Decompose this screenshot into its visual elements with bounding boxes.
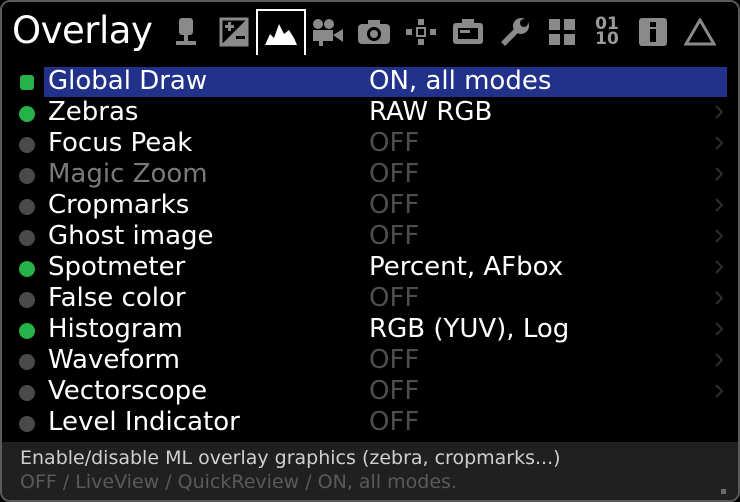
options-text: OFF / LiveView / QuickReview / ON, all m… (20, 471, 457, 493)
menu-item-value: OFF (369, 190, 420, 220)
focus-icon (405, 18, 437, 46)
status-indicator-off (19, 354, 35, 370)
audio-mic-icon (173, 17, 199, 47)
exposure-icon (219, 17, 249, 47)
tab-modules[interactable] (539, 11, 585, 53)
menu-item-label: Focus Peak (48, 128, 193, 158)
menu-item-zebras[interactable]: Zebras RAW RGB (2, 97, 738, 128)
menu-item-value: RAW RGB (369, 97, 493, 127)
submenu-chevron-icon (715, 229, 723, 243)
menu-item-label: Zebras (48, 97, 139, 127)
submenu-chevron-icon (715, 353, 723, 367)
tab-warning[interactable] (677, 11, 723, 53)
submenu-chevron-icon (715, 384, 723, 398)
menu-item-global-draw[interactable]: Global Draw ON, all modes (2, 66, 738, 97)
submenu-chevron-icon (715, 291, 723, 305)
menu-item-value: OFF (369, 221, 420, 251)
modules-icon (548, 18, 576, 46)
status-indicator-on (20, 75, 34, 90)
status-indicator-off (19, 137, 35, 153)
info-icon (638, 17, 668, 47)
menu-item-label: Histogram (48, 314, 183, 344)
scroll-indicator (721, 489, 726, 494)
tab-help[interactable] (630, 11, 676, 53)
submenu-chevron-icon (715, 198, 723, 212)
menu-item-value: OFF (369, 159, 420, 189)
wrench-icon (500, 17, 530, 47)
menu-item-label: False color (48, 283, 186, 313)
menu-item-label: Level Indicator (48, 407, 240, 437)
photo-camera-icon (357, 18, 391, 46)
page-title: Overlay (12, 9, 153, 52)
tab-expo[interactable] (211, 11, 257, 53)
submenu-chevron-icon (715, 322, 723, 336)
help-footer: Enable/disable ML overlay graphics (zebr… (2, 442, 738, 500)
submenu-chevron-icon (715, 136, 723, 150)
menu-item-value: ON, all modes (369, 66, 552, 96)
tab-focus[interactable] (398, 11, 444, 53)
tab-display[interactable] (445, 11, 491, 53)
menu-item-waveform[interactable]: Waveform OFF (2, 345, 738, 376)
debug-icon: 01 10 (595, 16, 619, 49)
debug-icon-bottom: 10 (595, 29, 619, 49)
menu-item-label: Ghost image (48, 221, 214, 251)
menu-item-label: Spotmeter (48, 252, 186, 282)
menu-item-cropmarks[interactable]: Cropmarks OFF (2, 190, 738, 221)
menu-item-level-indicator[interactable]: Level Indicator OFF (2, 407, 738, 438)
overlay-histogram-icon (264, 20, 298, 46)
tab-shoot[interactable] (351, 11, 397, 53)
menu-item-value: OFF (369, 128, 420, 158)
warning-icon (684, 18, 716, 46)
ml-menu-screen: Overlay 01 10 Global Draw ON, all modes … (0, 0, 740, 502)
menu-item-label: Cropmarks (48, 190, 190, 220)
help-text: Enable/disable ML overlay graphics (zebr… (20, 447, 561, 469)
tab-movie[interactable] (304, 11, 350, 53)
tab-debug[interactable]: 01 10 (584, 11, 630, 53)
submenu-chevron-icon (715, 167, 723, 181)
menu-item-label: Global Draw (48, 66, 208, 96)
tab-overlay[interactable] (256, 9, 306, 55)
menu-item-label: Magic Zoom (48, 159, 208, 189)
menu-item-value: OFF (369, 376, 420, 406)
status-indicator-on (19, 261, 35, 277)
status-indicator-off (19, 168, 35, 184)
menu-item-magic-zoom[interactable]: Magic Zoom OFF (2, 159, 738, 190)
display-icon (452, 18, 484, 46)
status-indicator-on (19, 106, 35, 122)
status-indicator-off (19, 230, 35, 246)
status-indicator-off (19, 199, 35, 215)
menu-item-value: Percent, AFbox (369, 252, 564, 282)
status-indicator-off (19, 292, 35, 308)
menu-item-value: OFF (369, 283, 420, 313)
menu-item-value: OFF (369, 345, 420, 375)
menu-item-vectorscope[interactable]: Vectorscope OFF (2, 376, 738, 407)
menu-item-histogram[interactable]: Histogram RGB (YUV), Log (2, 314, 738, 345)
menu-item-focus-peak[interactable]: Focus Peak OFF (2, 128, 738, 159)
status-indicator-off (19, 416, 35, 432)
submenu-chevron-icon (715, 105, 723, 119)
submenu-chevron-icon (715, 260, 723, 274)
menu-item-label: Waveform (48, 345, 180, 375)
menu-item-value: RGB (YUV), Log (369, 314, 570, 344)
menu-item-false-color[interactable]: False color OFF (2, 283, 738, 314)
status-indicator-on (19, 323, 35, 339)
menu-item-ghost-image[interactable]: Ghost image OFF (2, 221, 738, 252)
menu-item-value: OFF (369, 407, 420, 437)
menu-header: Overlay 01 10 (2, 2, 738, 58)
movie-camera-icon (309, 17, 345, 47)
status-indicator-off (19, 385, 35, 401)
tab-prefs[interactable] (492, 11, 538, 53)
menu-item-label: Vectorscope (48, 376, 208, 406)
tab-audio[interactable] (163, 11, 209, 53)
menu-item-spotmeter[interactable]: Spotmeter Percent, AFbox (2, 252, 738, 283)
